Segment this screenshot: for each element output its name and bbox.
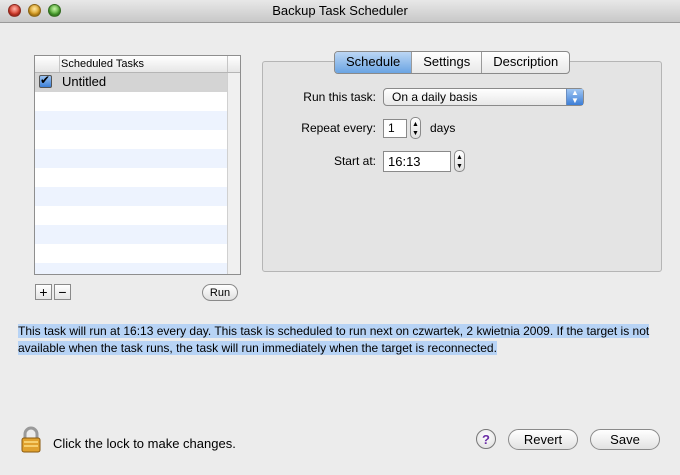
tab-description[interactable]: Description [482,52,569,73]
run-frequency-value: On a daily basis [392,90,478,104]
popup-arrows-icon: ▲ ▼ [566,89,583,105]
schedule-info-text: This task will run at 16:13 every day. T… [18,323,668,357]
title-bar: Backup Task Scheduler [0,0,680,23]
run-frequency-popup[interactable]: On a daily basis ▲ ▼ [383,88,584,106]
remove-task-button[interactable]: − [54,284,71,300]
repeat-unit-label: days [430,121,456,135]
run-this-task-label: Run this task: [303,90,376,104]
save-button[interactable]: Save [590,429,660,450]
empty-row [35,130,228,149]
table-rows: Untitled [35,73,228,274]
revert-button[interactable]: Revert [508,429,578,450]
empty-row [35,92,228,111]
schedule-info-highlight: This task will run at 16:13 every day. T… [18,324,650,355]
table-row[interactable]: Untitled [35,73,228,92]
zoom-window-button[interactable] [48,4,61,17]
window-title: Backup Task Scheduler [272,3,408,18]
minimize-window-button[interactable] [28,4,41,17]
empty-row [35,149,228,168]
tab-bar: Schedule Settings Description [334,51,571,74]
help-button[interactable]: ? [476,429,496,449]
run-button[interactable]: Run [202,284,238,301]
empty-row [35,225,228,244]
empty-row [35,168,228,187]
start-time-field[interactable]: 16:13 [383,151,451,172]
table-scrollbar[interactable] [227,73,240,274]
lock-icon[interactable] [20,426,42,454]
repeat-interval-field[interactable]: 1 [383,119,407,138]
task-enabled-checkbox[interactable] [39,73,52,88]
scheduled-tasks-table[interactable]: Scheduled Tasks Untitled [34,55,241,275]
empty-row [35,263,228,274]
column-corner [227,56,240,72]
tab-schedule[interactable]: Schedule [335,52,413,73]
scheduled-tasks-column-header[interactable]: Scheduled Tasks [61,56,144,72]
start-at-label: Start at: [333,154,376,168]
empty-row [35,244,228,263]
add-task-button[interactable]: + [35,284,52,300]
empty-row [35,206,228,225]
task-name: Untitled [62,74,107,89]
start-time-stepper[interactable]: ▲ ▼ [454,150,465,172]
empty-row [35,187,228,206]
checkbox-column-header[interactable] [35,56,60,72]
tab-settings[interactable]: Settings [412,52,483,73]
empty-row [35,111,228,130]
lock-message: Click the lock to make changes. [53,436,236,451]
repeat-every-label: Repeat every: [301,121,376,135]
table-header: Scheduled Tasks [35,56,240,73]
window: Backup Task Scheduler Scheduled Tasks Un… [0,0,680,475]
close-window-button[interactable] [8,4,21,17]
repeat-interval-stepper[interactable]: ▲ ▼ [410,117,421,139]
